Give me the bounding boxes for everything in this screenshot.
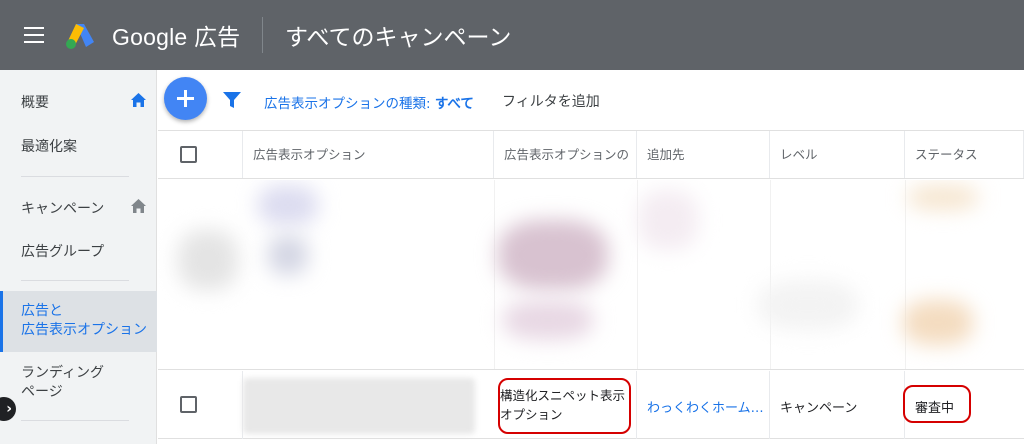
column-header-extension[interactable]: 広告表示オプション xyxy=(243,131,494,178)
column-header-extension-type[interactable]: 広告表示オプションの xyxy=(494,131,637,178)
home-icon xyxy=(131,93,146,107)
sidebar-item-label: 広告表示オプション xyxy=(21,322,147,338)
sidebar-item-label: 広告と xyxy=(21,303,63,319)
sidebar-item-label: ランディング xyxy=(21,365,105,381)
sidebar-item-recommendations[interactable]: 最適化案 xyxy=(0,136,157,156)
google-ads-logo xyxy=(66,24,94,49)
column-header-level[interactable]: レベル xyxy=(770,131,905,178)
sidebar-item-label: 最適化案 xyxy=(21,139,77,155)
filter-chip[interactable]: 広告表示オプションの種類: すべて xyxy=(264,92,474,112)
header-select-cell xyxy=(158,131,243,178)
campaign-link[interactable]: わっくわくホーム… xyxy=(647,397,764,416)
level-text: キャンペーン xyxy=(780,401,858,416)
topbar-divider xyxy=(262,17,263,53)
table-header: 広告表示オプション 広告表示オプションの 追加先 レベル ステータス xyxy=(158,130,1024,179)
home-icon xyxy=(131,199,146,213)
blurred-rows xyxy=(158,180,1024,370)
cell-added-to: わっくわくホーム… xyxy=(637,371,770,439)
filter-value: すべて xyxy=(434,96,474,112)
column-header-added-to[interactable]: 追加先 xyxy=(637,131,770,178)
highlight-outline xyxy=(903,385,971,423)
sidebar-item-overview[interactable]: 概要 xyxy=(0,92,157,112)
sidebar-item-label: 広告グループ xyxy=(21,244,105,260)
sidebar: 概要 最適化案 キャンペーン 広告グループ 広告と 広告表示オプション ランディ… xyxy=(0,70,157,444)
sidebar-item-ad-groups[interactable]: 広告グループ xyxy=(0,241,157,261)
page-title: すべてのキャンペーン xyxy=(285,24,512,50)
filter-label: 広告表示オプションの種類: xyxy=(264,96,435,112)
add-filter-button[interactable]: フィルタを追加 xyxy=(502,91,600,111)
brand-name: Google 広告 xyxy=(112,24,241,50)
sidebar-item-label: キャンペーン xyxy=(21,201,105,217)
highlight-outline xyxy=(498,378,631,434)
column-header-status[interactable]: ステータス xyxy=(905,131,1024,178)
filter-icon[interactable] xyxy=(223,92,241,108)
sidebar-item-ads-extensions[interactable]: 広告と 広告表示オプション xyxy=(0,291,157,352)
table-row[interactable]: 構造化スニペット表示オプション わっくわくホーム… キャンペーン 審査中 xyxy=(158,371,1024,439)
row-select-cell xyxy=(158,371,243,439)
sidebar-item-label: ページ xyxy=(21,384,63,400)
select-all-checkbox[interactable] xyxy=(180,146,197,163)
sidebar-divider xyxy=(21,280,129,281)
row-checkbox[interactable] xyxy=(180,396,197,413)
add-button[interactable] xyxy=(164,77,207,120)
sidebar-item-campaigns[interactable]: キャンペーン xyxy=(0,198,157,218)
sidebar-divider xyxy=(21,420,129,421)
top-app-bar: Google 広告 すべてのキャンペーン xyxy=(0,0,1024,70)
menu-icon[interactable] xyxy=(24,27,44,43)
sidebar-divider xyxy=(21,176,129,177)
sidebar-item-label: 概要 xyxy=(21,95,49,111)
cell-level: キャンペーン xyxy=(770,371,905,439)
sidebar-item-landing-pages[interactable]: ランディング ページ xyxy=(0,364,157,404)
blurred-extension-preview xyxy=(243,378,475,434)
